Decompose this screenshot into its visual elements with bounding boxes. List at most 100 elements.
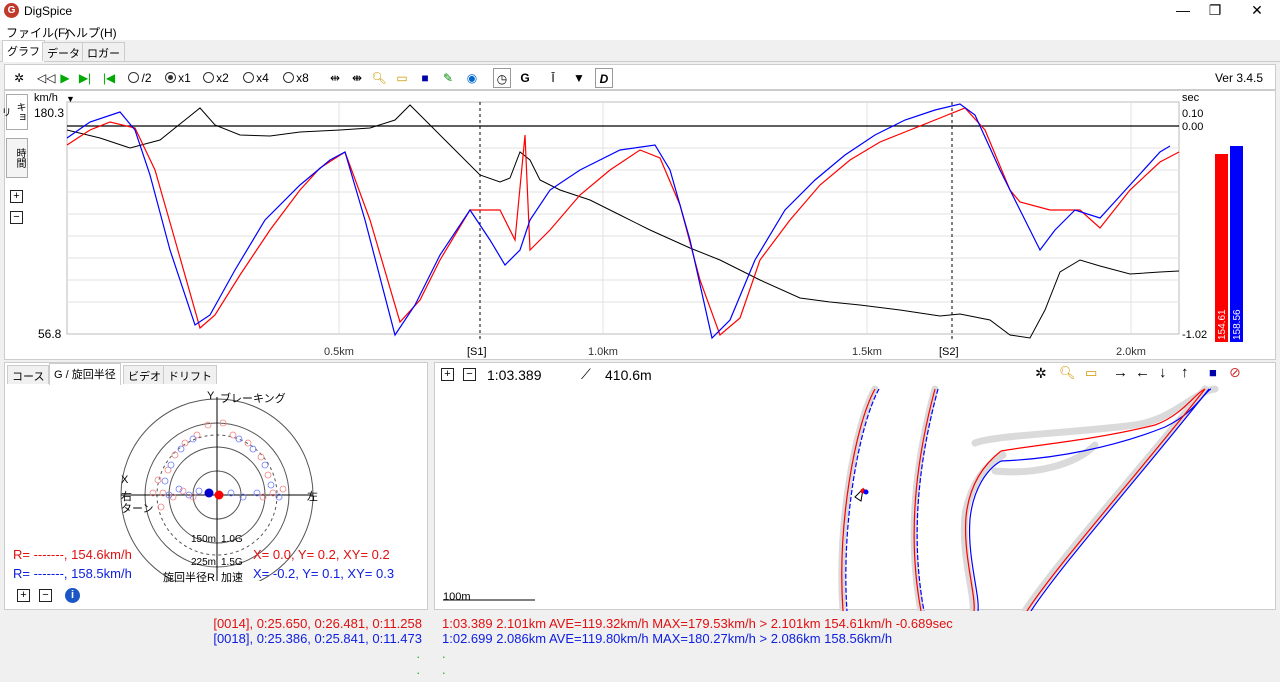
sec-tick-zero: 0.00: [1182, 121, 1203, 133]
y-min-label: 56.8: [38, 327, 62, 341]
blue-bar-value: 158.56: [1232, 309, 1243, 340]
menu-bar: ファイル(F) ヘルプ(H): [0, 22, 1280, 40]
step-back-icon[interactable]: |◀: [101, 68, 117, 88]
sec-unit-label: sec: [1182, 92, 1200, 104]
arrow-up-icon[interactable]: ↑: [1181, 364, 1189, 381]
sector-times: [0014], 0:25.650, 0:26.481, 0:11.258 [00…: [4, 612, 428, 680]
zoom-out-x-icon[interactable]: ⇹: [327, 68, 343, 88]
version-label: Ver 3.4.5: [1214, 71, 1264, 85]
speed-x8-radio[interactable]: x8: [281, 68, 311, 88]
track-map: [443, 385, 1219, 611]
restore-button[interactable]: ❐: [1192, 0, 1238, 22]
g-panel: コース G / 旋回半径 ビデオ ドリフト Y ブレーキング X 右 ターン 左…: [4, 362, 428, 610]
blue-radius-speed: R= -------, 158.5km/h: [13, 566, 132, 581]
open-folder-icon[interactable]: ▭: [393, 68, 411, 88]
reset-icon[interactable]: ✲: [11, 68, 27, 88]
speed-x2-radio[interactable]: x2: [201, 68, 231, 88]
sec-tick-bottom: -1.02: [1182, 329, 1207, 341]
x-tick-0-5km: 0.5km: [324, 346, 354, 358]
red-bar-value: 154.61: [1217, 309, 1228, 340]
close-button[interactable]: ✕: [1234, 0, 1280, 22]
y-axis-label: Y: [207, 390, 215, 402]
distance-label: 410.6m: [605, 367, 652, 383]
map-folder-icon[interactable]: ▭: [1085, 365, 1097, 381]
main-tabs: グラフ データ ロガー: [0, 40, 1280, 62]
globe-icon[interactable]: ◉: [463, 68, 481, 88]
menu-help[interactable]: ヘルプ(H): [64, 24, 117, 41]
search-icon[interactable]: 🔍︎: [371, 68, 387, 88]
drift-icon[interactable]: D: [595, 68, 613, 88]
ring-15g-label: 1.5G: [221, 557, 243, 568]
dot-3: .: [442, 646, 446, 661]
edit-icon[interactable]: ✎: [439, 68, 457, 88]
red-g-xy: X= 0.0, Y= 0.2, XY= 0.2: [253, 547, 390, 562]
blue-lap-summary: 1:02.699 2.086km AVE=119.80km/h MAX=180.…: [442, 631, 893, 646]
dot-4: .: [442, 662, 446, 677]
tab-course[interactable]: コース: [7, 365, 50, 384]
sector-s2-label: [S2]: [939, 346, 959, 358]
tab-g-radius[interactable]: G / 旋回半径: [49, 363, 121, 385]
x-tick-1-5km: 1.5km: [852, 346, 882, 358]
reset-map-icon[interactable]: ✲: [1035, 365, 1047, 382]
text-cursor-icon[interactable]: Ī: [545, 68, 561, 88]
map-tool-icon[interactable]: ⊘: [1229, 364, 1241, 381]
red-g-point: [214, 490, 224, 500]
map-scale-label: 100m: [443, 591, 471, 603]
zoom-in-x-icon[interactable]: ⇼: [349, 68, 365, 88]
tab-drift[interactable]: ドリフト: [163, 365, 217, 384]
ruler-icon[interactable]: ⟋: [581, 366, 591, 383]
arrow-down-icon[interactable]: ↓: [1159, 364, 1167, 381]
rewind-icon[interactable]: ◁◁: [37, 68, 55, 88]
turn-label: ターン: [121, 503, 154, 515]
info-icon[interactable]: i: [65, 588, 80, 603]
menu-file[interactable]: ファイル(F): [6, 24, 69, 41]
red-lap-summary: 1:03.389 2.101km AVE=119.32km/h MAX=179.…: [442, 616, 953, 631]
x-tick-1-0km: 1.0km: [588, 346, 618, 358]
y-unit-dropdown-icon[interactable]: ▼: [66, 94, 75, 104]
play-icon[interactable]: ▶: [57, 68, 73, 88]
tab-logger[interactable]: ロガー: [82, 42, 125, 61]
stopwatch-icon[interactable]: ◷: [493, 68, 511, 88]
y-max-label: 180.3: [34, 106, 64, 120]
x-axis-label: X: [121, 474, 129, 486]
speed-graph: km/h ▼ 180.3 56.8 sec 0.10 0.00 -1.02 0.…: [34, 92, 1243, 358]
toolbar: ✲ ◁◁ ▶ ▶| |◀ /2 x1 x2 x4 x8 ⇹ ⇼ 🔍︎ ▭ ■ ✎…: [4, 64, 1276, 90]
sector-s1-label: [S1]: [467, 346, 487, 358]
g-force-icon[interactable]: G: [517, 68, 533, 88]
red-radius-speed: R= -------, 154.6km/h: [13, 547, 132, 562]
dropdown-icon[interactable]: ▼: [571, 68, 587, 88]
speed-half-radio[interactable]: /2: [125, 68, 155, 88]
speed-x1-radio[interactable]: x1: [163, 68, 193, 88]
lap-summary: 1:03.389 2.101km AVE=119.32km/h MAX=179.…: [434, 612, 1276, 680]
tab-data[interactable]: データ: [42, 42, 85, 61]
blue-g-xy: X= -0.2, Y= 0.1, XY= 0.3: [253, 566, 395, 581]
accel-label: 加速: [221, 572, 243, 584]
ring-1g-label: 1.0G: [221, 534, 243, 545]
arrow-left-icon[interactable]: ←: [1135, 364, 1150, 381]
window-title: DigSpice: [24, 4, 73, 18]
lap-time-label: 1:03.389: [487, 367, 542, 383]
map-search-icon[interactable]: 🔍︎: [1059, 365, 1076, 381]
title-bar: G DigSpice — ❐ ✕: [0, 0, 1280, 22]
expand-g-button[interactable]: +: [17, 589, 30, 602]
speed-x4-radio[interactable]: x4: [241, 68, 271, 88]
braking-label: ブレーキング: [220, 393, 286, 405]
arrow-right-icon[interactable]: →: [1113, 364, 1128, 381]
blue-sector-times: [0018], 0:25.386, 0:25.841, 0:11.473: [213, 631, 422, 646]
tab-graph[interactable]: グラフ: [2, 40, 45, 62]
step-forward-icon[interactable]: ▶|: [77, 68, 93, 88]
left-label: 左: [307, 491, 318, 503]
sec-tick-top: 0.10: [1182, 108, 1203, 120]
ring-225-label: 225m: [191, 557, 217, 568]
save-icon[interactable]: ■: [417, 68, 433, 88]
dot-1: .: [416, 646, 420, 661]
dot-2: .: [416, 662, 420, 677]
map-save-icon[interactable]: ■: [1209, 365, 1217, 380]
app-logo-icon: G: [4, 3, 19, 18]
blue-g-point: [204, 488, 214, 498]
zoom-in-map-button[interactable]: +: [441, 368, 454, 381]
collapse-g-button[interactable]: −: [39, 589, 52, 602]
ring-150-label: 150m: [191, 534, 217, 545]
zoom-out-map-button[interactable]: −: [463, 368, 476, 381]
tab-video[interactable]: ビデオ: [123, 365, 166, 384]
